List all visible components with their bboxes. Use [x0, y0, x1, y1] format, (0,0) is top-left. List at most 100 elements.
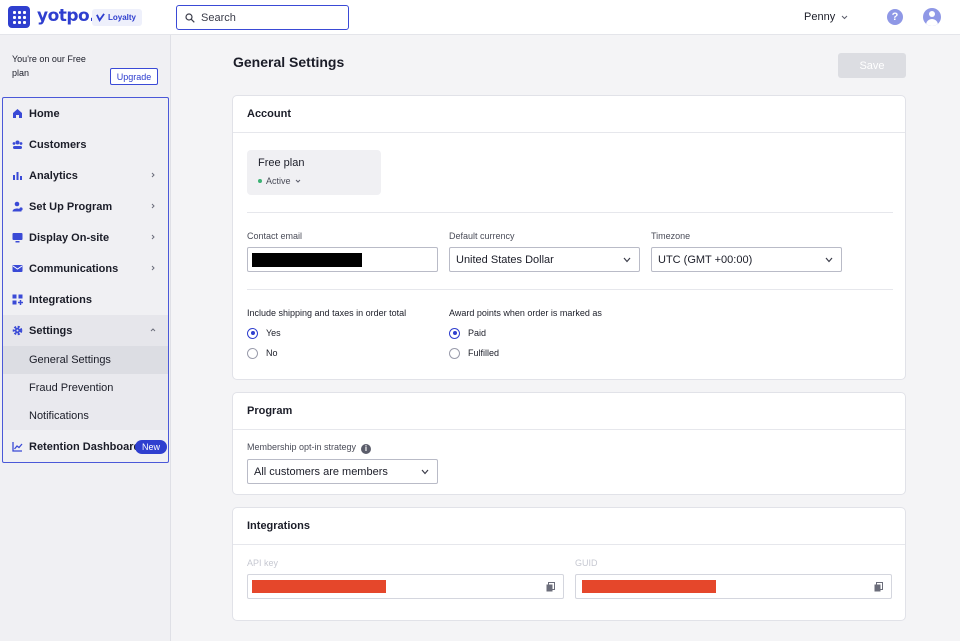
- sidebar-subitem-notifications[interactable]: Notifications: [3, 402, 168, 430]
- award-option-paid[interactable]: Paid: [449, 326, 486, 340]
- timezone-value: UTC (GMT +00:00): [658, 253, 753, 266]
- account-heading: Account: [233, 96, 905, 133]
- top-bar: yotpo. Loyalty Penny ?: [0, 0, 960, 35]
- guid-label: GUID: [575, 558, 598, 568]
- shipping-option-no[interactable]: No: [247, 346, 278, 360]
- chevron-down-icon: [841, 15, 848, 19]
- guid-field[interactable]: [575, 574, 892, 599]
- currency-select[interactable]: United States Dollar: [449, 247, 640, 272]
- sidebar-item-retention-dashboard[interactable]: Retention Dashboard New: [3, 431, 168, 462]
- sidebar-item-label: Integrations: [29, 293, 92, 306]
- sidebar-nav: Home Customers Analytics Set Up Program …: [2, 97, 169, 463]
- shipping-label: Include shipping and taxes in order tota…: [247, 308, 407, 318]
- page-title: General Settings: [233, 54, 345, 70]
- sidebar-item-communications[interactable]: Communications: [3, 253, 168, 284]
- chevron-right-icon: [151, 265, 155, 271]
- divider: [247, 212, 893, 213]
- setup-icon: [12, 201, 23, 212]
- save-button[interactable]: Save: [838, 53, 906, 78]
- copy-icon[interactable]: [874, 582, 883, 592]
- sidebar-item-label: Communications: [29, 262, 119, 275]
- plan-text: You're on our Free plan: [12, 54, 86, 78]
- sidebar-item-analytics[interactable]: Analytics: [3, 160, 168, 191]
- radio-label: Fulfilled: [468, 348, 500, 358]
- retention-chart-icon: [12, 442, 23, 452]
- gear-icon: [12, 325, 23, 336]
- sidebar-item-label: Retention Dashboard: [29, 440, 141, 453]
- search-icon: [185, 12, 195, 23]
- radio-selected-icon: [247, 327, 258, 339]
- redacted-email: [252, 253, 362, 267]
- timezone-select[interactable]: UTC (GMT +00:00): [651, 247, 842, 272]
- sidebar-item-label: Settings: [29, 324, 73, 337]
- loyalty-badge-label: Loyalty: [108, 13, 137, 22]
- home-icon: [13, 109, 22, 118]
- customers-icon: [12, 140, 23, 149]
- analytics-icon: [13, 172, 22, 180]
- radio-label: Paid: [468, 328, 487, 338]
- optin-value: All customers are members: [254, 465, 388, 478]
- plan-name: Free plan: [258, 157, 305, 169]
- chevron-down-icon: [825, 257, 833, 263]
- shipping-option-yes[interactable]: Yes: [247, 326, 281, 340]
- account-card: Account Free plan Active Contact email D…: [232, 95, 906, 380]
- search-input[interactable]: [201, 11, 341, 24]
- avatar[interactable]: [923, 8, 941, 26]
- copy-icon[interactable]: [546, 582, 555, 592]
- sidebar-item-label: Display On-site: [29, 231, 110, 244]
- award-label: Award points when order is marked as: [449, 308, 602, 318]
- user-menu[interactable]: Penny: [804, 11, 848, 23]
- sidebar-item-settings[interactable]: Settings: [3, 315, 168, 346]
- status-dot-icon: [258, 179, 262, 183]
- optin-label-row: Membership opt-in strategy i: [247, 442, 372, 454]
- search-box[interactable]: [176, 5, 349, 30]
- chevron-right-icon: [151, 203, 155, 209]
- award-option-fulfilled[interactable]: Fulfilled: [449, 346, 499, 360]
- user-name: Penny: [804, 11, 836, 23]
- optin-label: Membership opt-in strategy: [247, 442, 357, 452]
- api-key-label: API key: [247, 558, 279, 568]
- chevron-down-icon: [295, 179, 300, 183]
- yotpo-logo[interactable]: yotpo.: [37, 6, 96, 26]
- upgrade-button[interactable]: Upgrade: [110, 68, 158, 85]
- app-grid-icon[interactable]: [8, 6, 30, 28]
- timezone-label: Timezone: [651, 231, 691, 241]
- chevron-up-icon: [150, 328, 156, 332]
- sidebar: You're on our Free plan Upgrade Home Cus…: [0, 35, 171, 641]
- sidebar-item-integrations[interactable]: Integrations: [3, 284, 168, 315]
- integrations-card: Integrations API key GUID: [232, 507, 906, 621]
- currency-label: Default currency: [449, 231, 515, 241]
- sidebar-item-display-on-site[interactable]: Display On-site: [3, 222, 168, 253]
- new-badge: New: [135, 440, 168, 454]
- sidebar-item-home[interactable]: Home: [3, 98, 168, 129]
- sidebar-item-customers[interactable]: Customers: [3, 129, 168, 160]
- radio-label: Yes: [266, 328, 281, 338]
- help-icon[interactable]: ?: [887, 9, 903, 25]
- display-icon: [12, 233, 23, 243]
- sidebar-item-set-up-program[interactable]: Set Up Program: [3, 191, 168, 222]
- contact-email-field[interactable]: [247, 247, 438, 272]
- redacted-api-key: [252, 580, 386, 593]
- info-icon[interactable]: i: [361, 444, 372, 454]
- loyalty-check-icon: [96, 13, 105, 22]
- radio-label: No: [266, 348, 278, 358]
- plan-info: You're on our Free plan Upgrade: [12, 52, 162, 85]
- chevron-right-icon: [151, 172, 155, 178]
- divider: [247, 289, 893, 290]
- radio-icon: [449, 347, 460, 359]
- sidebar-item-label: Set Up Program: [29, 200, 113, 213]
- integrations-icon: [12, 294, 23, 305]
- plan-status-dropdown[interactable]: Active: [258, 176, 370, 186]
- api-key-field[interactable]: [247, 574, 564, 599]
- program-heading: Program: [233, 393, 905, 430]
- plan-tile: Free plan Active: [247, 150, 381, 195]
- plan-status: Active: [266, 176, 291, 186]
- redacted-guid: [582, 580, 716, 593]
- sidebar-subitem-fraud-prevention[interactable]: Fraud Prevention: [3, 374, 168, 402]
- optin-select[interactable]: All customers are members: [247, 459, 438, 484]
- mail-icon: [12, 265, 23, 272]
- sidebar-subitem-general-settings[interactable]: General Settings: [3, 346, 168, 374]
- contact-email-label: Contact email: [247, 231, 303, 241]
- currency-value: United States Dollar: [456, 253, 554, 266]
- chevron-down-icon: [623, 257, 631, 263]
